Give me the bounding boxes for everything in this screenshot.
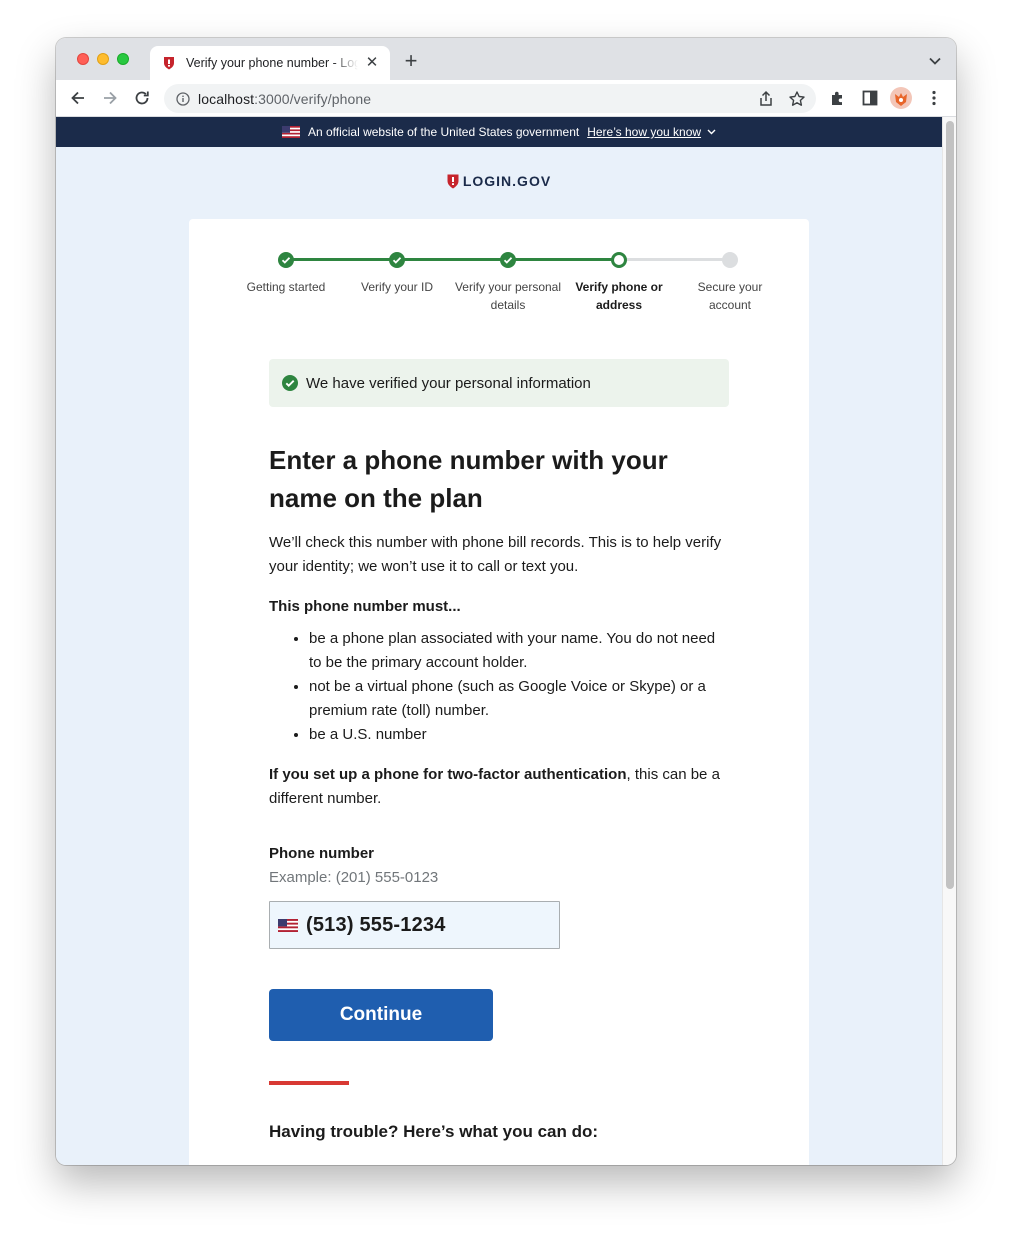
list-item: be a U.S. number — [309, 723, 729, 747]
browser-menu-icon[interactable] — [924, 88, 944, 108]
forward-arrow-icon[interactable] — [100, 88, 120, 108]
step-label: Verify your ID — [360, 280, 434, 294]
requirements-heading: This phone number must... — [269, 598, 461, 615]
intro-text: We’ll check this number with phone bill … — [269, 534, 722, 575]
requirements-list: be a phone plan associated with your nam… — [269, 627, 729, 747]
continue-button[interactable]: Continue — [269, 989, 493, 1041]
active-tab[interactable]: Verify your phone number - Login.gov ✕ — [150, 46, 390, 80]
step-label: Verify phone or address — [575, 280, 663, 312]
tab-title: Verify your phone number - Login.gov — [186, 56, 358, 70]
main-content: We have verified your personal informati… — [269, 359, 729, 1144]
step-getting-started: Getting started — [231, 252, 341, 296]
step-indicator: Getting started Verify your ID Verify yo… — [231, 252, 771, 312]
close-window-button[interactable] — [77, 53, 89, 65]
site-info-icon[interactable] — [176, 91, 190, 106]
browser-toolbar: localhost:3000/verify/phone — [56, 80, 956, 117]
login-gov-logo[interactable]: LOGIN.GOV — [56, 173, 942, 189]
tab-search-chevron-icon[interactable] — [928, 54, 942, 68]
phone-number-label: Phone number — [269, 845, 375, 862]
gov-banner: An official website of the United States… — [56, 117, 942, 147]
page-viewport: An official website of the United States… — [56, 117, 942, 1165]
step-secure-account: Secure your account — [675, 252, 785, 314]
step-verify-personal-details: Verify your personal details — [453, 252, 563, 314]
address-bar[interactable]: localhost:3000/verify/phone — [164, 84, 816, 113]
browser-window: Verify your phone number - Login.gov ✕ +… — [56, 38, 956, 1165]
shield-logo-icon — [447, 174, 459, 188]
logo-text: LOGIN.GOV — [462, 173, 552, 189]
heres-how-you-know-link[interactable]: Here’s how you know — [587, 125, 701, 139]
url-text: localhost:3000/verify/phone — [198, 90, 372, 107]
tab-close-icon[interactable]: ✕ — [364, 55, 380, 71]
troubleshooting-heading: Having trouble? Here’s what you can do: — [269, 1122, 599, 1141]
login-gov-favicon-icon — [164, 57, 174, 70]
step-pending-dot — [722, 252, 738, 268]
vertical-scrollbar[interactable] — [942, 117, 956, 1165]
content-card: Getting started Verify your ID Verify yo… — [189, 219, 809, 1165]
scrollbar-thumb[interactable] — [946, 121, 954, 889]
extensions-puzzle-icon[interactable] — [828, 88, 848, 108]
share-icon[interactable] — [757, 90, 775, 108]
checkmark-icon — [392, 257, 402, 264]
bookmark-star-icon[interactable] — [788, 90, 806, 108]
step-label: Getting started — [246, 280, 326, 294]
list-item: be a phone plan associated with your nam… — [309, 627, 729, 675]
chevron-down-icon[interactable] — [707, 127, 716, 138]
phone-number-input[interactable]: (513) 555-1234 — [269, 901, 560, 949]
alert-text: We have verified your personal informati… — [306, 374, 591, 392]
side-panel-icon[interactable] — [860, 88, 880, 108]
check-circle-icon — [282, 375, 298, 391]
phone-number-value[interactable]: (513) 555-1234 — [306, 914, 446, 937]
step-label: Verify your personal details — [454, 280, 562, 312]
step-verify-id: Verify your ID — [342, 252, 452, 296]
page-title: Enter a phone number with your name on t… — [269, 445, 668, 513]
two-factor-note: If you set up a phone for two-factor aut… — [269, 763, 729, 811]
list-item: not be a virtual phone (such as Google V… — [309, 675, 729, 723]
step-current-dot — [611, 252, 627, 268]
step-label: Secure your account — [697, 280, 763, 312]
step-verify-phone-or-address: Verify phone or address — [564, 252, 674, 314]
us-flag-icon — [281, 126, 300, 138]
profile-avatar[interactable] — [890, 87, 912, 109]
tab-strip: Verify your phone number - Login.gov ✕ + — [56, 38, 956, 80]
two-factor-note-bold: If you set up a phone for two-factor aut… — [269, 766, 627, 783]
fox-avatar-icon — [895, 93, 907, 106]
step-complete-dot — [500, 252, 516, 268]
section-divider — [269, 1081, 349, 1085]
success-alert: We have verified your personal informati… — [269, 359, 729, 407]
step-complete-dot — [389, 252, 405, 268]
step-complete-dot — [278, 252, 294, 268]
reload-icon[interactable] — [132, 88, 152, 108]
new-tab-button[interactable]: + — [400, 50, 422, 73]
us-flag-icon[interactable] — [278, 918, 298, 932]
minimize-window-button[interactable] — [97, 53, 109, 65]
back-arrow-icon[interactable] — [68, 88, 88, 108]
maximize-window-button[interactable] — [117, 53, 129, 65]
phone-number-hint: Example: (201) 555-0123 — [269, 869, 439, 886]
checkmark-icon — [503, 257, 513, 264]
gov-banner-text: An official website of the United States… — [307, 125, 580, 139]
checkmark-icon — [281, 257, 291, 264]
